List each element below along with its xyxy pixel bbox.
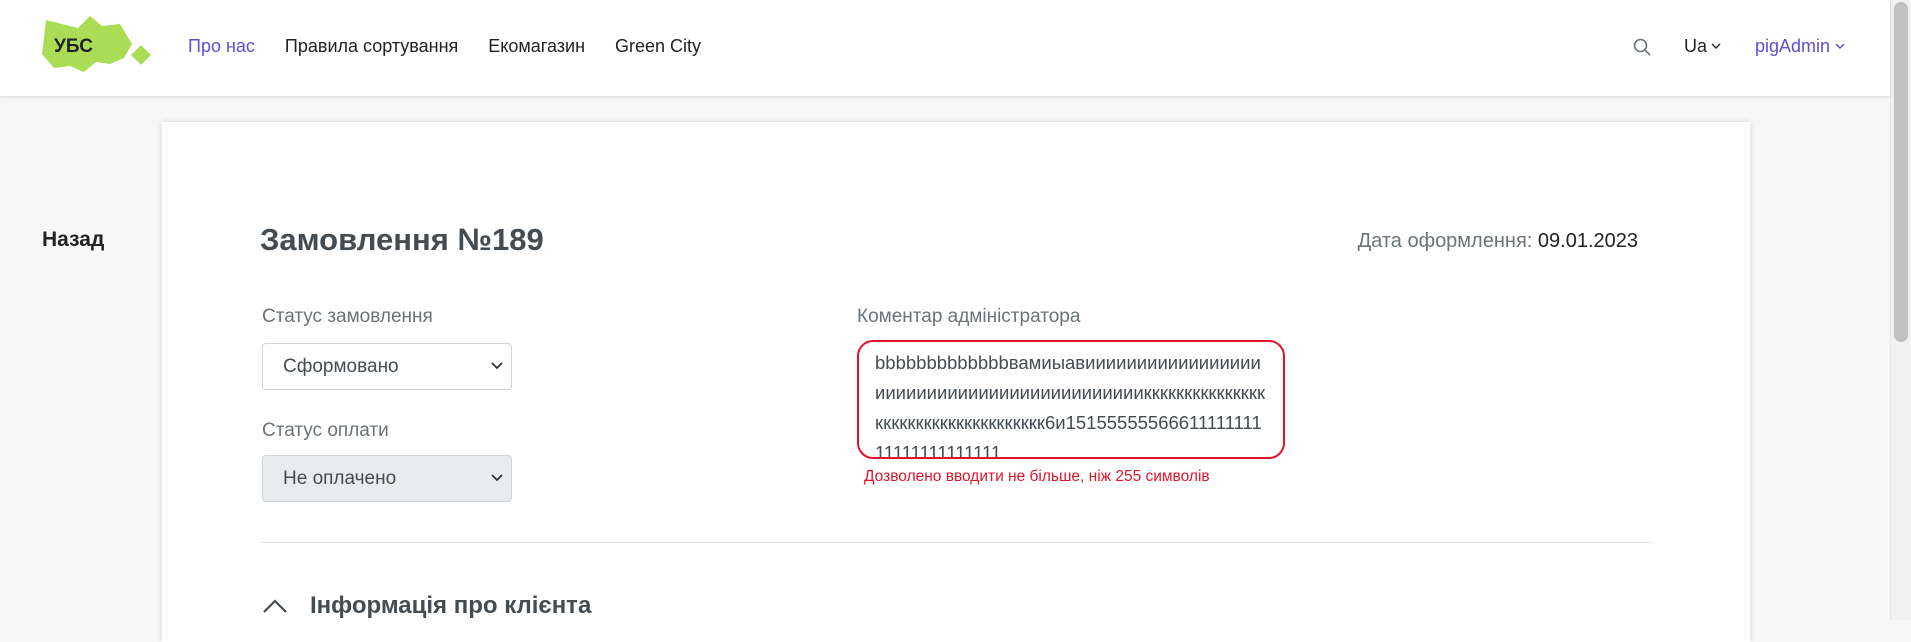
payment-status-label: Статус оплати <box>262 420 389 441</box>
top-header: УБС Про нас Правила сортування Екомагази… <box>0 0 1890 96</box>
order-card: Замовлення №189 Дата оформлення: 09.01.2… <box>162 122 1750 642</box>
chevron-up-icon <box>263 599 287 613</box>
nav-link-sorting-rules[interactable]: Правила сортування <box>285 36 458 57</box>
payment-status-value: Не оплачено <box>283 467 397 489</box>
order-date-label: Дата оформлення: <box>1357 230 1533 252</box>
main-nav: Про нас Правила сортування Екомагазин Gr… <box>188 36 701 57</box>
order-date: Дата оформлення: 09.01.2023 <box>1358 230 1638 253</box>
user-menu[interactable]: pigAdmin <box>1755 36 1845 57</box>
nav-link-eco-shop[interactable]: Екомагазин <box>488 36 585 57</box>
chevron-down-icon <box>1835 43 1845 49</box>
search-icon[interactable] <box>1632 37 1652 57</box>
order-status-select[interactable]: Сформовано <box>262 343 512 390</box>
admin-comment-textarea[interactable]: bbbbbbbbbbbbbвамиыавииииииииииииииииииии… <box>857 340 1285 459</box>
language-label: Ua <box>1684 36 1708 56</box>
scrollbar-thumb[interactable] <box>1894 2 1908 342</box>
back-link[interactable]: Назад <box>42 228 104 252</box>
client-info-toggle[interactable]: Інформація про клієнта <box>262 592 591 620</box>
brand-logo[interactable]: УБС <box>38 14 160 76</box>
admin-comment-label: Коментар адміністратора <box>857 306 1081 327</box>
chevron-down-icon <box>1711 43 1721 49</box>
logo-text: УБС <box>54 36 93 57</box>
chevron-down-icon <box>491 474 503 482</box>
nav-link-green-city[interactable]: Green City <box>615 36 701 57</box>
language-selector[interactable]: Ua <box>1684 36 1721 57</box>
chevron-down-icon <box>491 362 503 370</box>
page-scrollbar[interactable] <box>1890 0 1911 620</box>
payment-status-select[interactable]: Не оплачено <box>262 455 512 502</box>
client-info-title: Інформація про клієнта <box>310 592 592 619</box>
order-date-value: 09.01.2023 <box>1537 230 1638 252</box>
admin-comment-error: Дозволено вводити не більше, ніж 255 сим… <box>864 468 1210 485</box>
order-status-value: Сформовано <box>283 355 399 377</box>
section-divider <box>262 542 1652 543</box>
nav-link-about[interactable]: Про нас <box>188 36 255 57</box>
page-title: Замовлення №189 <box>260 222 544 257</box>
user-name: pigAdmin <box>1755 36 1831 56</box>
order-status-label: Статус замовлення <box>262 306 433 327</box>
